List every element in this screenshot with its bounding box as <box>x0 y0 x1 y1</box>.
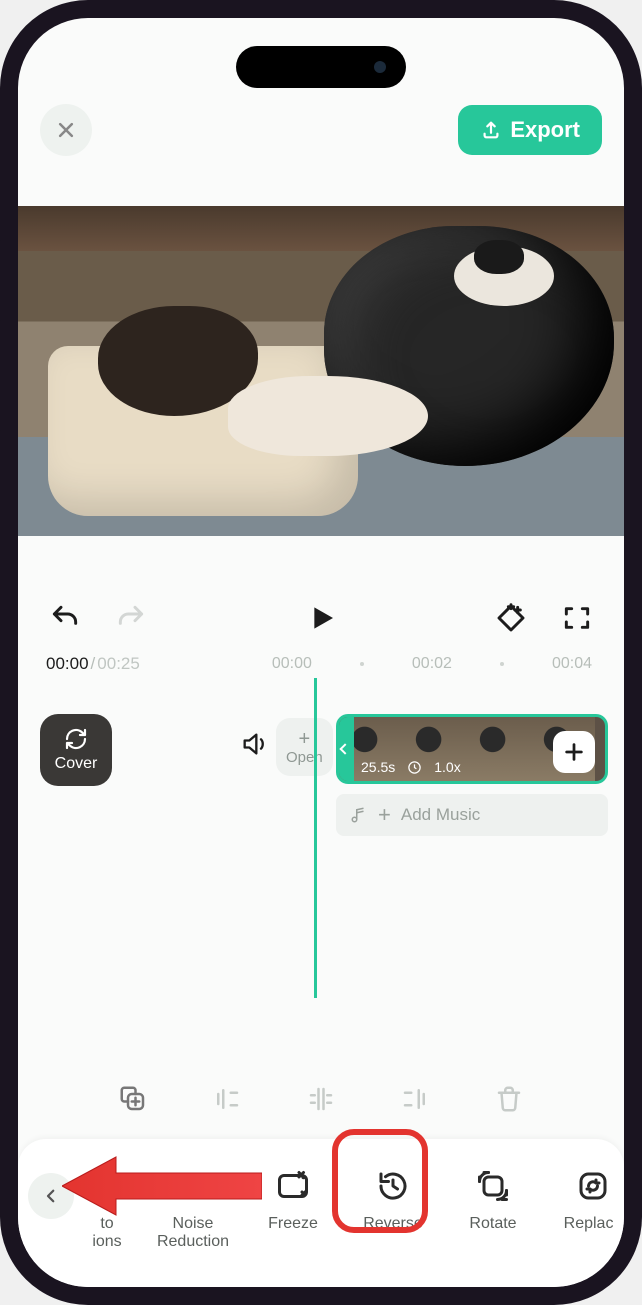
trim-right-button[interactable] <box>395 1079 435 1119</box>
add-opening-button[interactable]: + Open <box>276 718 333 776</box>
tool-label: Replace <box>564 1215 614 1233</box>
screen: Export <box>18 18 624 1287</box>
tool-label: Freeze <box>268 1215 318 1233</box>
diamond-plus-icon <box>495 602 527 634</box>
redo-button[interactable] <box>112 599 150 637</box>
close-button[interactable] <box>40 104 92 156</box>
add-music-label: Add Music <box>401 805 480 825</box>
speaker-icon <box>240 730 268 758</box>
total-duration: 00:25 <box>97 654 140 674</box>
trash-icon <box>494 1084 524 1114</box>
close-icon <box>56 120 76 140</box>
mute-button[interactable] <box>240 730 270 760</box>
trim-left-button[interactable] <box>207 1079 247 1119</box>
tool-freeze[interactable]: Freeze <box>252 1165 334 1252</box>
replace-icon <box>575 1168 611 1204</box>
trim-left-icon <box>212 1084 242 1114</box>
tool-noise-reduction[interactable]: Noise Reduction <box>152 1165 234 1252</box>
tool-captions[interactable]: to ions <box>80 1165 134 1252</box>
video-preview[interactable] <box>18 206 624 536</box>
dynamic-island <box>236 46 406 88</box>
video-clip[interactable]: 25.5s 1.0x <box>336 714 608 784</box>
fullscreen-icon <box>561 602 593 634</box>
split-icon <box>306 1084 336 1114</box>
opening-label: Open <box>286 749 323 766</box>
split-button[interactable] <box>301 1079 341 1119</box>
plus-icon <box>563 741 585 763</box>
tool-label: Rotate <box>469 1215 516 1233</box>
clip-meta: 25.5s 1.0x <box>361 759 461 775</box>
trim-right-icon <box>400 1084 430 1114</box>
clip-duration: 25.5s <box>361 759 395 775</box>
copy-clip-button[interactable] <box>113 1079 153 1119</box>
tool-replace[interactable]: Replace <box>552 1165 614 1252</box>
export-label: Export <box>510 117 580 143</box>
undo-icon <box>49 602 81 634</box>
redo-icon <box>115 602 147 634</box>
current-time: 00:00 <box>46 654 89 674</box>
clip-handle-left[interactable] <box>336 717 354 781</box>
time-ruler[interactable]: 00:00 00:02 00:04 <box>142 654 596 674</box>
rotate-icon <box>475 1168 511 1204</box>
timeline[interactable]: Cover + Open 25.5s 1.0x <box>18 674 624 1014</box>
plus-icon: + <box>299 729 311 749</box>
export-button[interactable]: Export <box>458 105 602 155</box>
add-clip-button[interactable] <box>553 731 595 773</box>
playback-controls <box>18 536 624 654</box>
music-note-icon <box>350 806 368 824</box>
play-button[interactable] <box>299 596 343 640</box>
copy-plus-icon <box>118 1084 148 1114</box>
edit-toolbar: to ions Noise Reduction Freeze Reverse R… <box>18 1139 624 1287</box>
noise-icon <box>175 1168 211 1204</box>
keyframe-button[interactable] <box>492 599 530 637</box>
reverse-icon <box>375 1168 411 1204</box>
play-icon <box>305 602 337 634</box>
tool-label: to ions <box>92 1215 121 1252</box>
tool-label: Noise Reduction <box>157 1215 229 1252</box>
upload-icon <box>480 119 502 141</box>
chevron-left-icon <box>42 1187 60 1205</box>
captions-icon <box>89 1168 125 1204</box>
delete-button[interactable] <box>489 1079 529 1119</box>
quick-edit-toolbar <box>18 1069 624 1129</box>
back-button[interactable] <box>28 1173 74 1219</box>
fullscreen-button[interactable] <box>558 599 596 637</box>
undo-button[interactable] <box>46 599 84 637</box>
clip-speed: 1.0x <box>434 759 460 775</box>
phone-frame: Export <box>0 0 642 1305</box>
tool-reverse[interactable]: Reverse <box>352 1165 434 1252</box>
freeze-icon <box>275 1168 311 1204</box>
timecode-bar: 00:00 / 00:25 00:00 00:02 00:04 <box>18 654 624 674</box>
playhead[interactable] <box>314 678 317 998</box>
tool-rotate[interactable]: Rotate <box>452 1165 534 1252</box>
speed-icon <box>407 760 422 775</box>
add-music-button[interactable]: + Add Music <box>336 794 608 836</box>
tool-label: Reverse <box>363 1215 423 1233</box>
